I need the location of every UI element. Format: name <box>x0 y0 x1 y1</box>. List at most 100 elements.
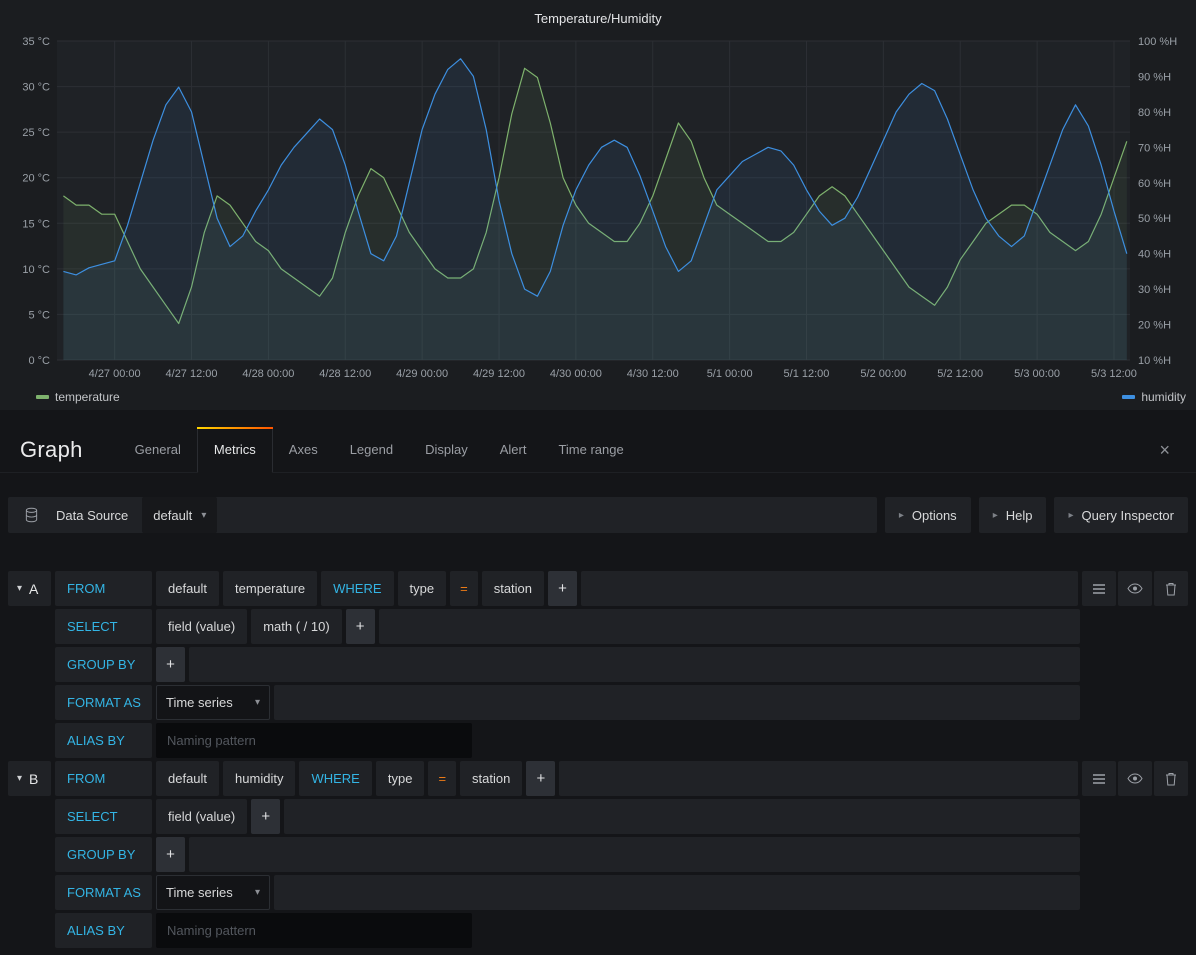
query-menu-button[interactable] <box>1082 761 1116 796</box>
svg-text:100 %H: 100 %H <box>1138 36 1177 48</box>
query-b-from-row: ▾ B FROM default humidity WHERE type = s… <box>8 761 1188 796</box>
delete-query-button[interactable] <box>1154 761 1188 796</box>
operator-segment[interactable]: = <box>450 571 478 606</box>
format-as-keyword: FORMAT AS <box>55 685 152 720</box>
row-filler <box>274 685 1080 720</box>
tab-legend[interactable]: Legend <box>334 427 409 472</box>
graph-panel: Temperature/Humidity 0 °C 5 °C 10 °C 15 °C 2… <box>0 0 1196 410</box>
where-keyword: WHERE <box>299 761 371 796</box>
tag-value-segment[interactable]: station <box>460 761 522 796</box>
query-a-collapse[interactable]: ▾ A <box>8 571 51 606</box>
svg-text:50 %H: 50 %H <box>1138 213 1171 225</box>
delete-query-button[interactable] <box>1154 571 1188 606</box>
metrics-tab-body: Data Source default ▾ ▸ Options ▸ Help ▸… <box>0 473 1196 948</box>
help-label: Help <box>1006 508 1033 523</box>
options-button[interactable]: ▸ Options <box>885 497 971 533</box>
editor-header: Graph General Metrics Axes Legend Displa… <box>0 427 1196 473</box>
query-b-collapse[interactable]: ▾ B <box>8 761 51 796</box>
row-filler <box>284 799 1080 834</box>
svg-text:10 %H: 10 %H <box>1138 355 1171 367</box>
svg-text:4/29 00:00: 4/29 00:00 <box>396 368 448 380</box>
add-groupby-button[interactable]: + <box>156 647 185 682</box>
alias-by-input[interactable] <box>156 723 472 758</box>
tab-time-range[interactable]: Time range <box>542 427 639 472</box>
tag-value-segment[interactable]: station <box>482 571 544 606</box>
chevron-right-icon: ▸ <box>899 510 904 521</box>
select-field-segment[interactable]: field (value) <box>156 609 247 644</box>
toggle-visibility-button[interactable] <box>1118 571 1152 606</box>
datasource-select[interactable]: default ▾ <box>142 497 217 533</box>
row-filler <box>379 609 1080 644</box>
add-groupby-button[interactable]: + <box>156 837 185 872</box>
svg-text:70 %H: 70 %H <box>1138 142 1171 154</box>
svg-text:10 °C: 10 °C <box>22 264 50 276</box>
tab-metrics[interactable]: Metrics <box>197 427 273 473</box>
legend-item-humidity[interactable]: humidity <box>1122 390 1186 404</box>
add-select-part-button[interactable]: + <box>346 609 375 644</box>
alias-by-keyword: ALIAS BY <box>55 913 152 948</box>
query-b-alias-row: ALIAS BY <box>55 913 1080 948</box>
format-as-select[interactable]: Time series ▾ <box>156 685 270 720</box>
retention-policy-segment[interactable]: default <box>156 571 219 606</box>
legend-label: temperature <box>55 390 120 404</box>
tag-key-segment[interactable]: type <box>376 761 425 796</box>
select-keyword: SELECT <box>55 799 152 834</box>
svg-text:15 °C: 15 °C <box>22 218 50 230</box>
panel-title[interactable]: Temperature/Humidity <box>0 11 1196 26</box>
tab-alert[interactable]: Alert <box>484 427 543 472</box>
tab-display[interactable]: Display <box>409 427 484 472</box>
format-as-value: Time series <box>166 695 233 710</box>
svg-text:4/29 12:00: 4/29 12:00 <box>473 368 525 380</box>
add-select-part-button[interactable]: + <box>251 799 280 834</box>
svg-text:5/3 00:00: 5/3 00:00 <box>1014 368 1060 380</box>
measurement-segment[interactable]: humidity <box>223 761 295 796</box>
tab-general[interactable]: General <box>119 427 197 472</box>
svg-text:5/2 00:00: 5/2 00:00 <box>860 368 906 380</box>
groupby-keyword: GROUP BY <box>55 837 152 872</box>
add-condition-button[interactable]: + <box>526 761 555 796</box>
svg-text:5 °C: 5 °C <box>28 309 50 321</box>
svg-text:20 %H: 20 %H <box>1138 320 1171 332</box>
editor-tabs: General Metrics Axes Legend Display Aler… <box>119 427 640 472</box>
help-button[interactable]: ▸ Help <box>979 497 1047 533</box>
svg-text:35 °C: 35 °C <box>22 36 50 48</box>
datasource-label: Data Source <box>54 508 142 523</box>
timeseries-chart[interactable]: 0 °C5 °C10 °C15 °C20 °C25 °C30 °C35 °C10… <box>0 0 1196 388</box>
operator-segment[interactable]: = <box>428 761 456 796</box>
svg-text:4/28 12:00: 4/28 12:00 <box>319 368 371 380</box>
format-as-value: Time series <box>166 885 233 900</box>
row-filler <box>559 761 1078 796</box>
alias-by-keyword: ALIAS BY <box>55 723 152 758</box>
chevron-down-icon[interactable]: ▾ <box>17 773 22 784</box>
svg-text:4/30 12:00: 4/30 12:00 <box>627 368 679 380</box>
svg-text:5/3 12:00: 5/3 12:00 <box>1091 368 1137 380</box>
svg-text:5/2 12:00: 5/2 12:00 <box>937 368 983 380</box>
svg-text:5/1 12:00: 5/1 12:00 <box>784 368 830 380</box>
query-b-format-row: FORMAT AS Time series ▾ <box>55 875 1080 910</box>
chevron-down-icon[interactable]: ▾ <box>17 583 22 594</box>
database-icon <box>8 507 54 523</box>
close-icon[interactable]: × <box>1133 441 1196 459</box>
format-as-select[interactable]: Time series ▾ <box>156 875 270 910</box>
alias-by-input[interactable] <box>156 913 472 948</box>
svg-text:0 °C: 0 °C <box>28 355 50 367</box>
svg-text:30 %H: 30 %H <box>1138 284 1171 296</box>
retention-policy-segment[interactable]: default <box>156 761 219 796</box>
tab-axes[interactable]: Axes <box>273 427 334 472</box>
toggle-visibility-button[interactable] <box>1118 761 1152 796</box>
chevron-down-icon: ▾ <box>255 887 260 898</box>
panel-editor: Graph General Metrics Axes Legend Displa… <box>0 427 1196 948</box>
measurement-segment[interactable]: temperature <box>223 571 317 606</box>
select-math-segment[interactable]: math ( / 10) <box>251 609 341 644</box>
query-inspector-button[interactable]: ▸ Query Inspector <box>1054 497 1188 533</box>
query-a-alias-row: ALIAS BY <box>55 723 1080 758</box>
chevron-down-icon: ▾ <box>255 697 260 708</box>
query-menu-button[interactable] <box>1082 571 1116 606</box>
select-field-segment[interactable]: field (value) <box>156 799 247 834</box>
legend-item-temperature[interactable]: temperature <box>36 390 120 404</box>
add-condition-button[interactable]: + <box>548 571 577 606</box>
editor-title: Graph <box>0 437 119 463</box>
select-keyword: SELECT <box>55 609 152 644</box>
datasource-value: default <box>153 508 192 523</box>
tag-key-segment[interactable]: type <box>398 571 447 606</box>
